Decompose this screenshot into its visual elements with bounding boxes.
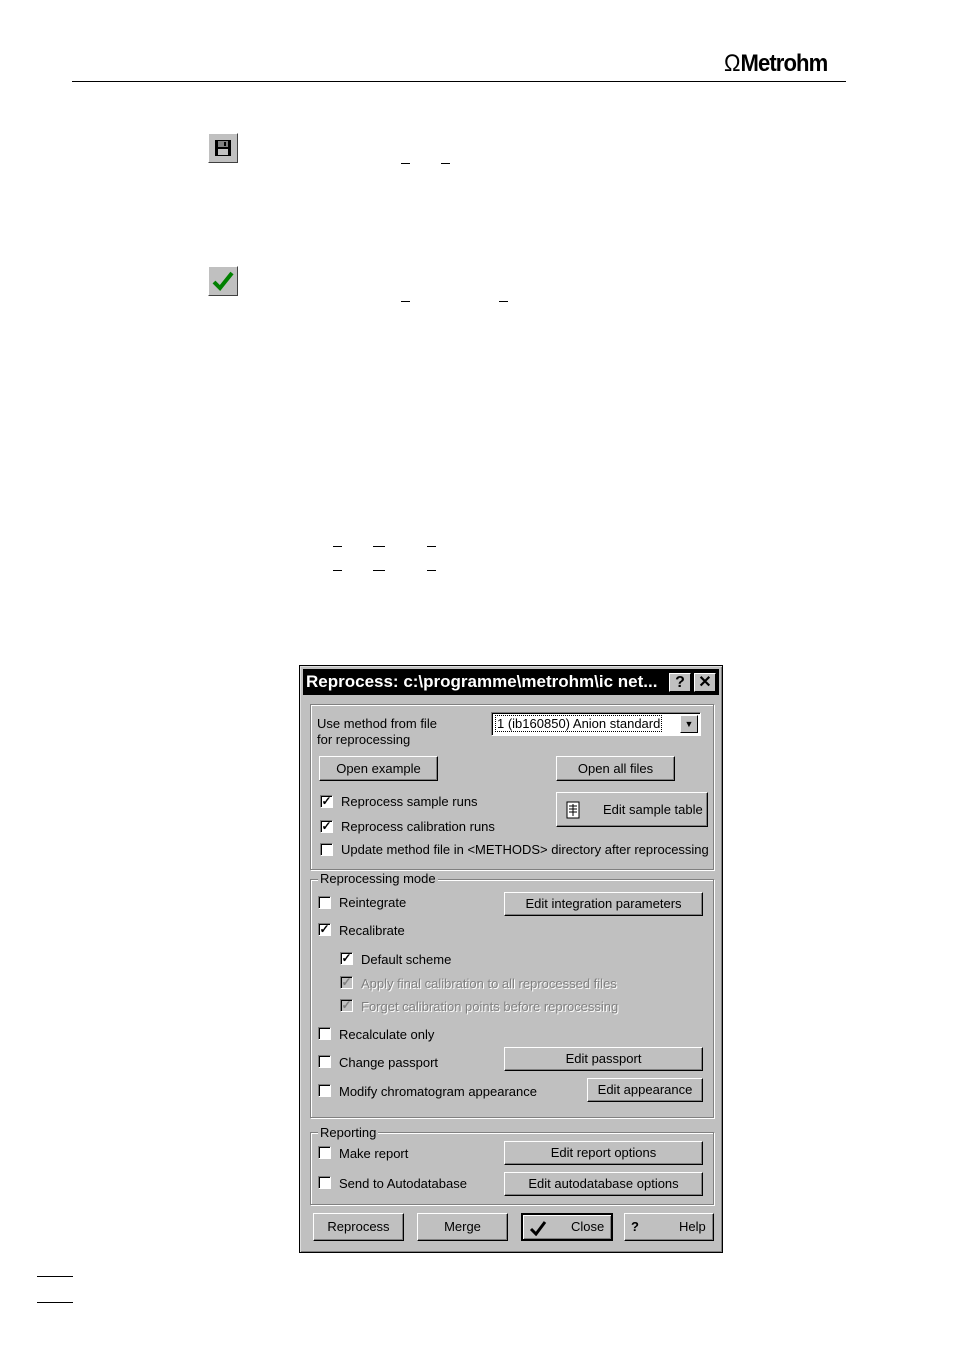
reprocessing-mode-label: Reprocessing mode [318, 871, 438, 886]
change-passport-checkbox[interactable] [318, 1055, 331, 1068]
update-method-file-checkbox[interactable] [320, 843, 333, 856]
reporting-label: Reporting [318, 1125, 379, 1140]
check-mark: ✓ [341, 998, 352, 1012]
footer-rule [37, 1302, 73, 1303]
logo-text: Metrohm [740, 50, 829, 77]
make-report-checkbox[interactable] [318, 1146, 331, 1159]
default-scheme-checkbox[interactable]: ✓ [340, 952, 353, 965]
dropdown-arrow-icon[interactable]: ▼ [680, 715, 698, 733]
forget-calibration-points-checkbox: ✓ [340, 999, 353, 1012]
underline-mark [373, 546, 385, 547]
recalibrate-checkbox[interactable]: ✓ [318, 923, 331, 936]
help-button-label: Help [679, 1219, 706, 1234]
apply-final-calibration-label: Apply final calibration to all reprocess… [361, 976, 617, 991]
check-mark: ✓ [341, 975, 352, 989]
metrohm-logo: ΩMetrohm [724, 50, 829, 78]
open-all-files-button[interactable]: Open all files [556, 756, 675, 781]
dialog-title: Reprocess: c:\programme\metrohm\ic net..… [306, 672, 658, 691]
underline-mark [401, 301, 410, 302]
reintegrate-checkbox[interactable] [318, 896, 331, 909]
underline-mark [333, 546, 342, 547]
method-combo-value: 1 (ib160850) Anion standard [494, 715, 663, 732]
check-mark: ✓ [319, 922, 330, 936]
check-mark: ✓ [321, 819, 332, 833]
edit-autodatabase-options-button[interactable]: Edit autodatabase options [504, 1172, 703, 1196]
change-passport-label: Change passport [339, 1055, 439, 1070]
reprocess-calibration-runs-checkbox[interactable]: ✓ [320, 820, 333, 833]
reprocess-button[interactable]: Reprocess [313, 1213, 404, 1241]
green-check-icon [212, 271, 234, 291]
help-title-button[interactable]: ? [669, 673, 691, 692]
reprocess-calibration-runs-label: Reprocess calibration runs [341, 819, 495, 834]
modify-chromatogram-label: Modify chromatogram appearance [339, 1084, 537, 1099]
checkmark-icon [529, 1221, 547, 1236]
header-rule [72, 81, 846, 82]
method-combo[interactable]: 1 (ib160850) Anion standard ▼ [491, 712, 701, 736]
recalculate-only-checkbox[interactable] [318, 1027, 331, 1040]
recalibrate-label: Recalibrate [339, 923, 405, 938]
edit-passport-button[interactable]: Edit passport [504, 1047, 703, 1071]
edit-sample-table-button[interactable]: Edit sample table [556, 792, 708, 827]
underline-mark [427, 570, 436, 571]
sample-table-icon [566, 801, 580, 819]
checkmark-icon[interactable] [208, 266, 238, 296]
method-label: Use method from file [317, 716, 437, 731]
recalculate-only-label: Recalculate only [339, 1027, 435, 1042]
method-label-2: for reprocessing [317, 732, 411, 747]
footer-rule [37, 1276, 73, 1277]
edit-appearance-button[interactable]: Edit appearance [587, 1078, 703, 1102]
omega-icon: Ω [724, 50, 741, 77]
close-button[interactable]: Close [521, 1213, 613, 1241]
modify-chromatogram-checkbox[interactable] [318, 1084, 331, 1097]
floppy-disk-icon [215, 140, 231, 156]
close-button-label: Close [571, 1219, 605, 1234]
send-to-autodatabase-checkbox[interactable] [318, 1176, 331, 1189]
underline-mark [401, 163, 410, 164]
edit-report-options-button[interactable]: Edit report options [504, 1141, 703, 1165]
reintegrate-label: Reintegrate [339, 895, 407, 910]
save-icon[interactable] [208, 133, 238, 163]
check-mark: ✓ [321, 794, 332, 808]
question-mark-icon: ? [631, 1219, 639, 1234]
underline-mark [373, 570, 385, 571]
make-report-label: Make report [339, 1146, 409, 1161]
merge-button[interactable]: Merge [417, 1213, 508, 1241]
forget-calibration-points-label: Forget calibration points before reproce… [361, 999, 619, 1014]
edit-sample-table-label: Edit sample table [603, 802, 703, 817]
help-button[interactable]: ? Help [624, 1213, 714, 1241]
underline-mark [427, 546, 436, 547]
apply-final-calibration-checkbox: ✓ [340, 976, 353, 989]
underline-mark [333, 570, 342, 571]
underline-mark [499, 301, 508, 302]
open-example-button[interactable]: Open example [319, 756, 438, 781]
underline-mark [441, 163, 450, 164]
send-to-autodatabase-label: Send to Autodatabase [339, 1176, 467, 1191]
reprocess-sample-runs-label: Reprocess sample runs [341, 794, 478, 809]
update-method-file-label: Update method file in <METHODS> director… [341, 842, 709, 857]
default-scheme-label: Default scheme [361, 952, 452, 967]
close-title-button[interactable]: ✕ [694, 673, 716, 692]
reprocess-sample-runs-checkbox[interactable]: ✓ [320, 795, 333, 808]
edit-integration-parameters-button[interactable]: Edit integration parameters [504, 892, 703, 916]
check-mark: ✓ [341, 951, 352, 965]
title-bar: Reprocess: c:\programme\metrohm\ic net..… [303, 669, 719, 695]
reprocess-dialog: Reprocess: c:\programme\metrohm\ic net..… [299, 665, 723, 1253]
